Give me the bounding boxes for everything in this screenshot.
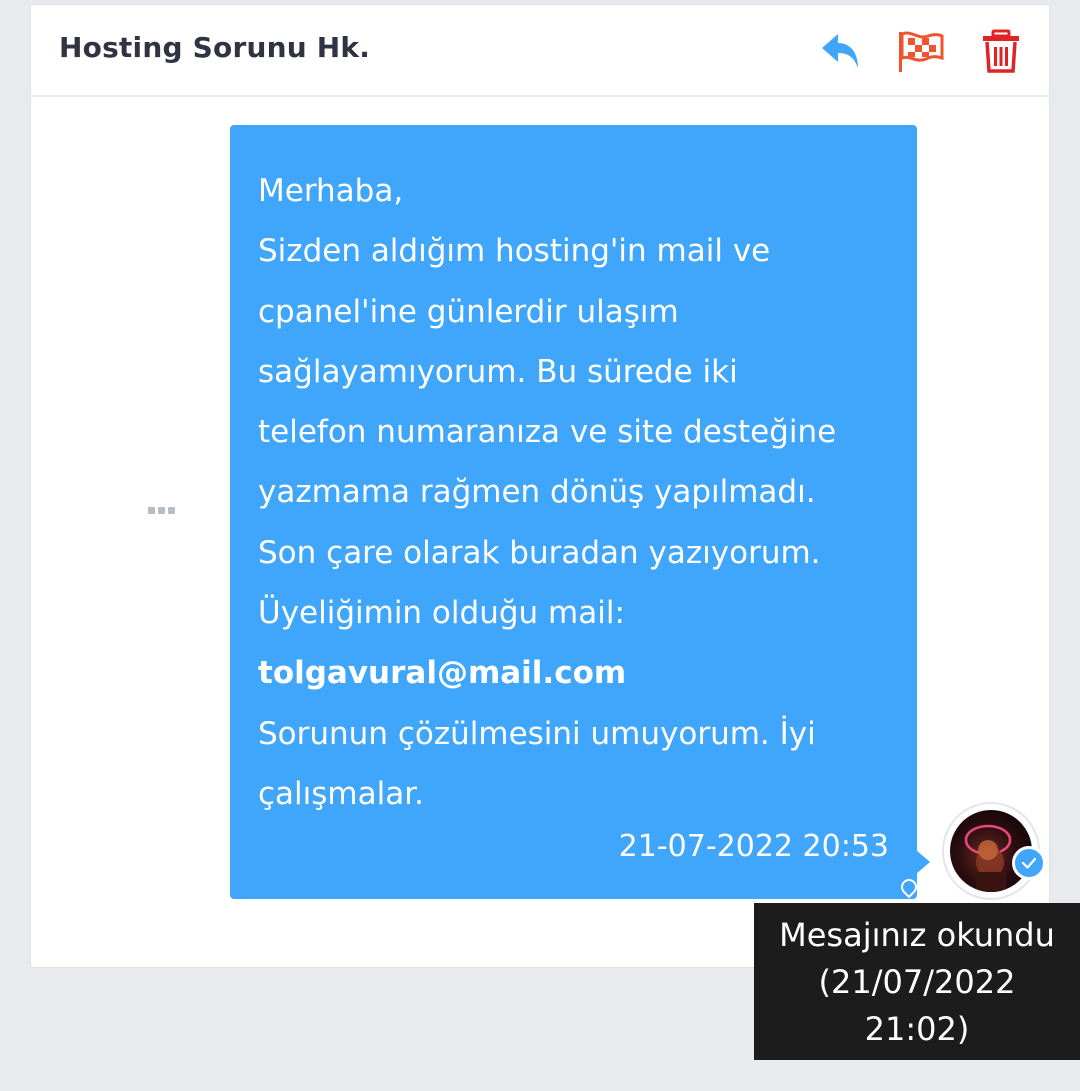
trash-icon <box>983 29 1019 73</box>
tooltip-line: (21/07/2022 <box>818 963 1016 1001</box>
read-tooltip: Mesajınız okundu (21/07/2022 21:02) <box>754 903 1080 1060</box>
delete-button[interactable] <box>975 25 1027 77</box>
header-actions <box>815 23 1027 79</box>
message-line: çalışmalar. <box>258 775 424 812</box>
dot <box>168 506 175 514</box>
message-line: telefon numaranıza ve site desteğine <box>258 414 837 451</box>
bubble-tail <box>916 850 930 874</box>
tooltip-line: 21:02) <box>864 1010 970 1048</box>
message-line: Son çare olarak buradan yazıyorum. <box>258 534 821 571</box>
message-line: Sorunun çözülmesini umuyorum. İyi <box>258 715 816 752</box>
message-line: sağlayamıyorum. Bu sürede iki <box>258 353 738 390</box>
message-bubble: Merhaba, Sizden aldığım hosting'in mail … <box>230 125 917 899</box>
more-dots-icon[interactable] <box>148 503 178 517</box>
flag-icon <box>899 31 944 72</box>
read-badge <box>1012 846 1046 880</box>
message-header: Hosting Sorunu Hk. <box>31 5 1049 97</box>
message-email: tolgavural@mail.com <box>258 655 627 692</box>
message-line: yazmama rağmen dönüş yapılmadı. <box>258 474 816 511</box>
reply-icon <box>822 34 858 68</box>
message-line: cpanel'ine günlerdir ulaşım <box>258 293 679 330</box>
dot <box>158 506 165 514</box>
tooltip-line: Mesajınız okundu <box>779 916 1055 954</box>
check-icon <box>1021 857 1037 869</box>
page-title: Hosting Sorunu Hk. <box>59 31 371 64</box>
message-card: Hosting Sorunu Hk. Merhaba, Sizden aldığ… <box>30 4 1050 968</box>
dot <box>148 506 155 514</box>
flag-button[interactable] <box>895 25 947 77</box>
message-line: Üyeliğimin olduğu mail: <box>258 595 625 632</box>
message-line: Sizden aldığım hosting'in mail ve <box>258 233 771 270</box>
reply-button[interactable] <box>815 25 867 77</box>
message-timestamp: 21-07-2022 20:53 <box>618 828 889 864</box>
message-line: Merhaba, <box>258 173 404 209</box>
